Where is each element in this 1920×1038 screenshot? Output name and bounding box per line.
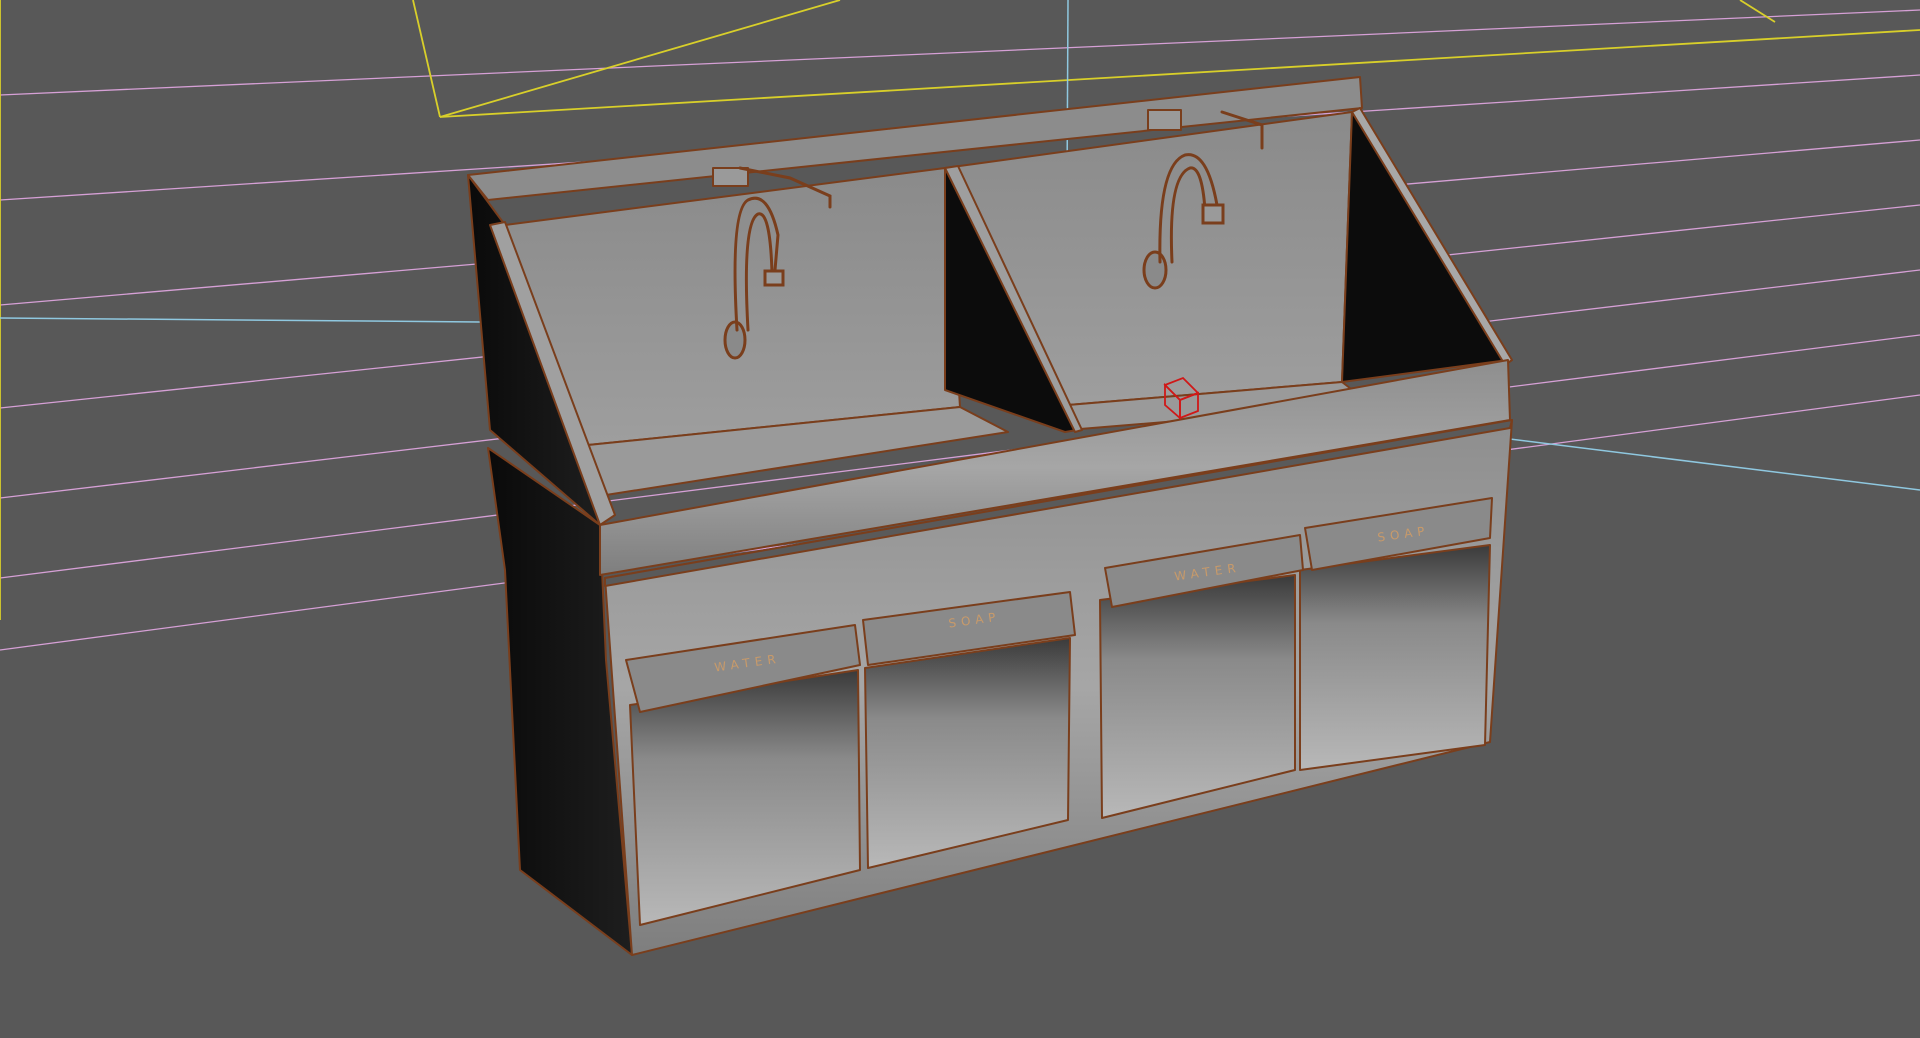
right-basin-side bbox=[1341, 111, 1509, 383]
viewport-canvas[interactable]: WATER SOAP WATER SOAP bbox=[0, 0, 1920, 1038]
door-right-soap[interactable] bbox=[1299, 544, 1491, 771]
right-wall-box bbox=[1147, 109, 1182, 131]
left-wall-box bbox=[712, 167, 749, 187]
3d-viewport[interactable]: WATER SOAP WATER SOAP bbox=[0, 0, 1920, 1038]
scrub-sink-model[interactable] bbox=[467, 76, 1513, 956]
